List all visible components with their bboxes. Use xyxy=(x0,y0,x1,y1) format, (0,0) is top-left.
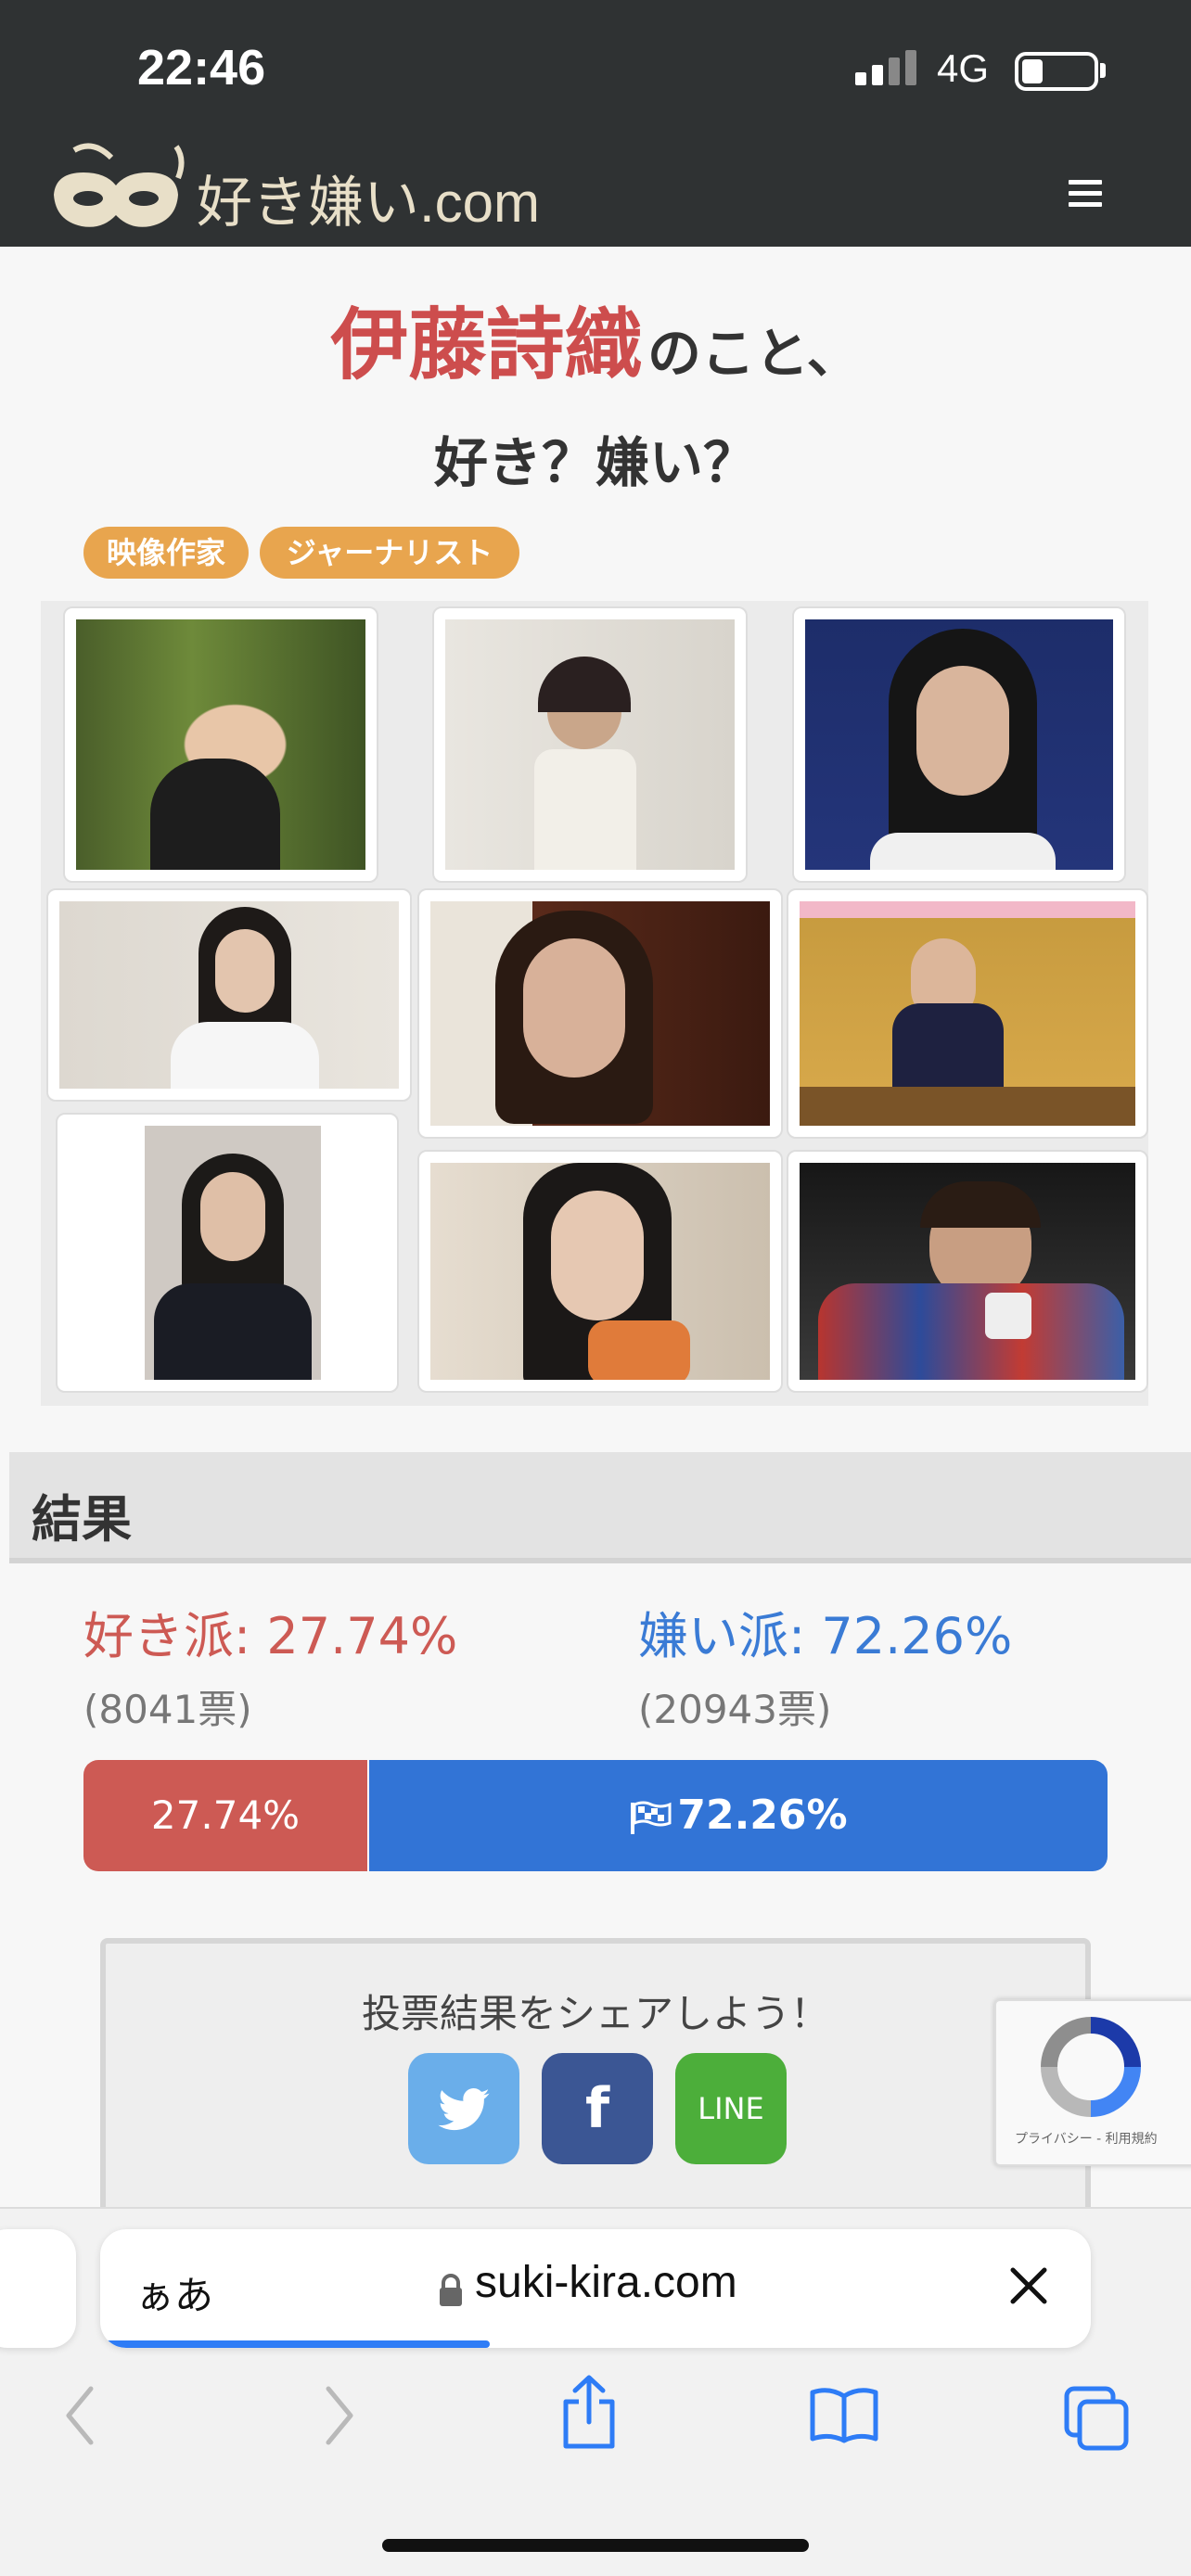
facebook-f-icon: f xyxy=(584,2076,610,2141)
tag-filmmaker[interactable]: 映像作家 xyxy=(83,527,249,579)
mask-logo-icon[interactable] xyxy=(46,141,186,243)
like-bar-text: 27.74% xyxy=(150,1792,301,1838)
recaptcha-badge[interactable]: プライバシー - 利用規約 xyxy=(994,1999,1191,2166)
like-vote-count: (8041票) xyxy=(83,1687,252,1732)
url-text[interactable]: suki-kira.com xyxy=(475,2257,737,2308)
person-name: 伊藤詩織 xyxy=(330,300,643,390)
photo-5[interactable] xyxy=(417,888,783,1139)
page-question: 好き？嫌い？ xyxy=(433,431,757,494)
address-bar[interactable]: ぁあ suki-kira.com xyxy=(100,2229,1091,2348)
tag-journalist[interactable]: ジャーナリスト xyxy=(260,527,519,579)
clock: 22:46 xyxy=(137,40,266,96)
line-label: LINE xyxy=(698,2091,764,2126)
status-bar: 22:46 4G xyxy=(0,0,1191,139)
result-section-header: 結果 xyxy=(9,1452,1191,1563)
facebook-share-button[interactable]: f xyxy=(542,2053,653,2164)
reader-aa-button[interactable]: ぁあ xyxy=(135,2264,213,2321)
tabs-icon[interactable] xyxy=(1063,2385,1130,2452)
photo-8[interactable] xyxy=(417,1150,783,1393)
dislike-vote-count: (20943票) xyxy=(638,1687,832,1732)
share-prompt: 投票結果をシェアしよう！ xyxy=(361,1991,829,2036)
photo-gallery xyxy=(41,601,1148,1406)
stop-loading-close-icon[interactable] xyxy=(1007,2264,1050,2307)
photo-1[interactable] xyxy=(63,606,378,883)
result-bar: 27.74% 72.26% xyxy=(83,1760,1108,1871)
back-arrow-icon[interactable] xyxy=(61,2383,98,2448)
photo-9[interactable] xyxy=(787,1150,1148,1393)
dislike-bar-text: 72.26% xyxy=(677,1792,848,1839)
twitter-bird-icon xyxy=(438,2087,490,2130)
twitter-share-button[interactable] xyxy=(408,2053,519,2164)
dislike-percentage-label: 嫌い派: 72.26% xyxy=(638,1607,1013,1665)
photo-2[interactable] xyxy=(432,606,748,883)
recaptcha-icon xyxy=(1041,2017,1141,2117)
result-title: 結果 xyxy=(32,1490,132,1549)
like-bar-segment: 27.74% xyxy=(83,1760,367,1871)
home-indicator xyxy=(382,2539,809,2552)
previous-tab[interactable] xyxy=(0,2229,76,2348)
photo-7[interactable] xyxy=(56,1113,399,1393)
line-share-button[interactable]: LINE xyxy=(675,2053,787,2164)
photo-3[interactable] xyxy=(792,606,1126,883)
site-logo-text[interactable]: 好き嫌い.com xyxy=(197,158,540,238)
recaptcha-links[interactable]: プライバシー - 利用規約 xyxy=(1015,2129,1158,2148)
dislike-bar-segment: 72.26% xyxy=(367,1760,1108,1871)
title-suffix: のこと、 xyxy=(647,322,861,385)
checkered-flag-icon xyxy=(631,1801,672,1834)
lock-icon xyxy=(440,2274,462,2306)
battery-icon xyxy=(1015,52,1098,91)
page-title: 伊藤詩織 のこと、 xyxy=(0,283,1191,395)
like-percentage-label: 好き派: 27.74% xyxy=(83,1607,458,1665)
bookmarks-book-icon[interactable] xyxy=(809,2387,879,2444)
network-type: 4G xyxy=(937,46,990,90)
photo-4[interactable] xyxy=(46,888,412,1102)
photo-6[interactable] xyxy=(787,888,1148,1139)
share-icon[interactable] xyxy=(558,2374,620,2450)
share-box: 投票結果をシェアしよう！ f LINE xyxy=(100,1938,1091,2235)
forward-arrow-icon[interactable] xyxy=(321,2383,358,2448)
hamburger-menu-icon[interactable] xyxy=(1069,180,1102,208)
page-load-progress xyxy=(100,2340,490,2348)
